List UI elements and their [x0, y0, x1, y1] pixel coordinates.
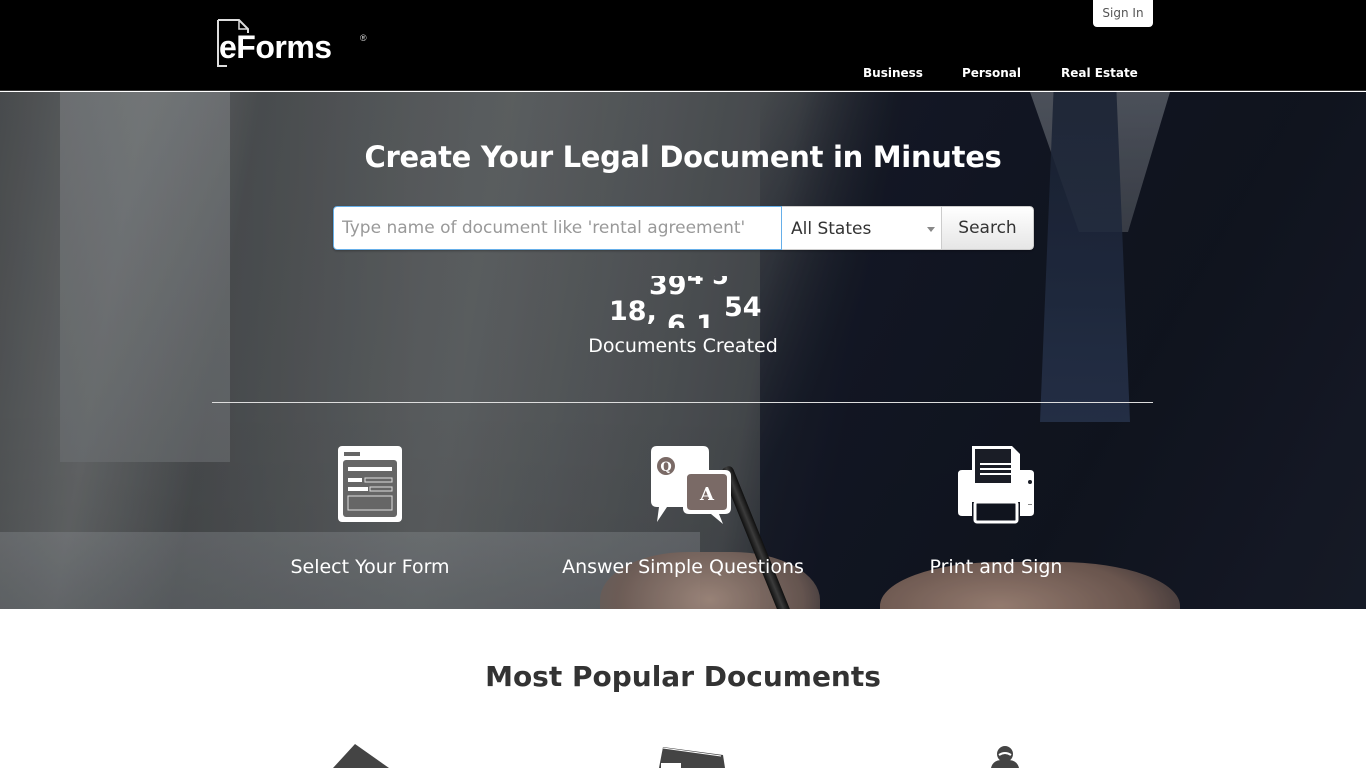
counter-fragment-right: 54	[724, 292, 762, 323]
counter-fragment-rolling: 4 5	[687, 276, 729, 290]
form-icon	[338, 446, 402, 522]
step-select-form: Select Your Form	[240, 446, 500, 578]
document-search-input[interactable]	[333, 206, 782, 250]
step-label: Select Your Form	[290, 556, 450, 578]
document-stack-icon[interactable]	[655, 745, 727, 768]
nav-business[interactable]: Business	[863, 66, 923, 80]
printer-icon	[958, 446, 1034, 524]
document-search-form: All States Search	[333, 206, 1034, 250]
counter-digits: 18, 39 4 5 6,1 54	[609, 276, 769, 328]
registered-mark: ®	[360, 33, 367, 43]
counter-label: Documents Created	[588, 335, 778, 357]
documents-counter: 18, 39 4 5 6,1 54	[0, 276, 1366, 328]
hero-section: Create Your Legal Document in Minutes Al…	[0, 92, 1366, 609]
step-label: Print and Sign	[929, 556, 1063, 578]
hero-divider	[212, 402, 1153, 403]
svg-text:A: A	[699, 484, 715, 505]
step-label: Answer Simple Questions	[562, 556, 804, 578]
state-select-value: All States	[791, 219, 872, 239]
state-select[interactable]: All States	[782, 206, 941, 250]
popular-documents-title: Most Popular Documents	[485, 660, 881, 693]
question-answer-icon: Q A	[651, 446, 731, 524]
site-header: eForms ® Sign In Business Personal Real …	[0, 0, 1366, 91]
house-icon[interactable]	[325, 740, 395, 768]
step-answer-questions: Q A Answer Simple Questions	[553, 446, 813, 578]
person-icon[interactable]	[985, 745, 1025, 768]
hero-title: Create Your Legal Document in Minutes	[364, 140, 1002, 174]
search-button[interactable]: Search	[941, 206, 1034, 250]
counter-fragment-top: 39	[649, 276, 687, 301]
sign-in-button[interactable]: Sign In	[1093, 0, 1153, 27]
svg-text:Q: Q	[660, 460, 671, 475]
step-print-sign: Print and Sign	[866, 446, 1126, 578]
chevron-down-icon	[927, 227, 935, 232]
nav-real-estate[interactable]: Real Estate	[1061, 66, 1138, 80]
logo-text: eForms	[219, 29, 332, 65]
nav-personal[interactable]: Personal	[962, 66, 1021, 80]
counter-fragment-bottom: 6,1	[667, 310, 715, 328]
